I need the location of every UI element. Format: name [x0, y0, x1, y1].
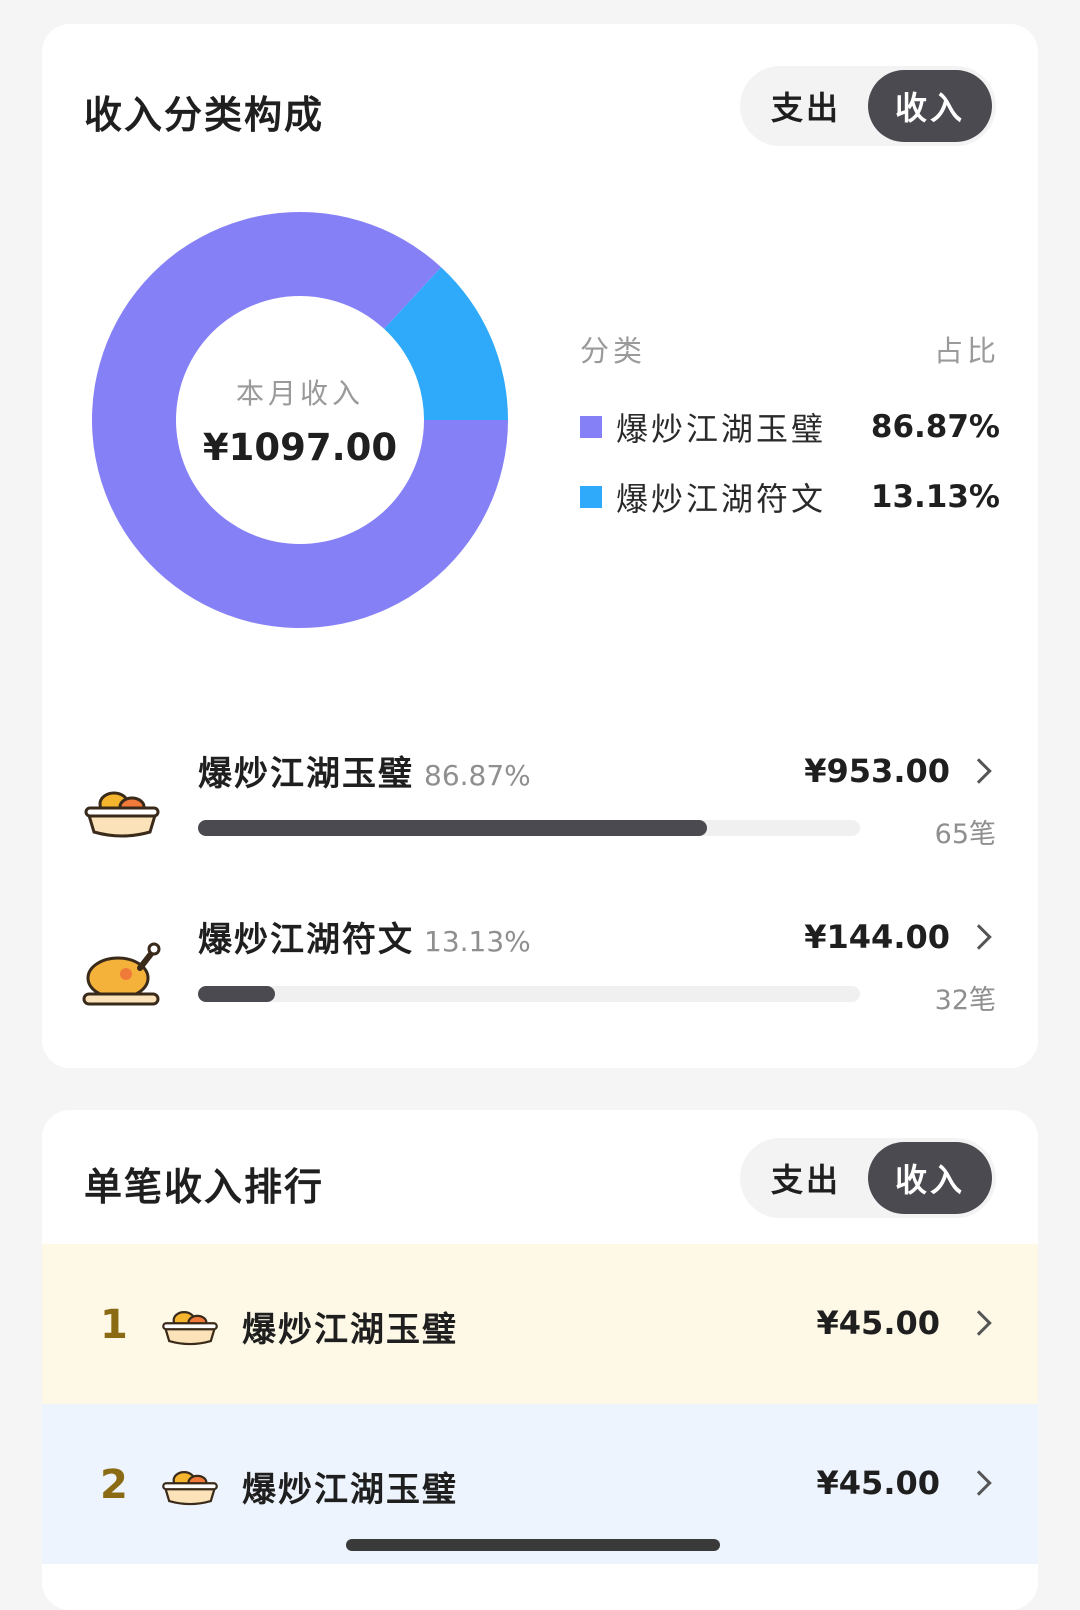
- legend-header: 分类 占比: [580, 328, 1000, 370]
- category-count: 32笔: [934, 985, 996, 1016]
- category-row[interactable]: 爆炒江湖玉璧 86.87% ¥953.00 65笔: [42, 738, 1038, 878]
- donut-center-value: ¥1097.00: [202, 425, 398, 469]
- legend-col-share: 占比: [933, 334, 1000, 368]
- card-title: 收入分类构成: [84, 93, 325, 137]
- rank-item-name: 爆炒江湖玉璧: [242, 1470, 458, 1510]
- bread-basket-icon: [84, 791, 160, 838]
- legend-swatch: [580, 416, 602, 438]
- legend-item-name: 爆炒江湖符文: [616, 480, 827, 518]
- legend-item-name: 爆炒江湖玉璧: [616, 410, 827, 448]
- category-progress-track: [198, 986, 860, 1002]
- rank-number: 1: [100, 1302, 128, 1348]
- expense-income-toggle: 支出 收入: [740, 66, 996, 146]
- chevron-right-icon: [966, 758, 992, 784]
- expense-tab[interactable]: 支出: [744, 70, 868, 142]
- category-composition-card: 收入分类构成 支出 收入 本月收入 ¥1097.00 分类 占比 爆炒江湖玉璧 …: [42, 24, 1038, 1068]
- chart-legend: 分类 占比 爆炒江湖玉璧 86.87% 爆炒江湖符文 13.13%: [580, 328, 1000, 532]
- legend-item: 爆炒江湖符文 13.13%: [580, 462, 1000, 532]
- category-name: 爆炒江湖玉璧 86.87%: [198, 746, 531, 795]
- rank-row[interactable]: 1 爆炒江湖玉璧 ¥45.00: [42, 1244, 1038, 1404]
- rank-number: 2: [100, 1462, 128, 1508]
- category-name: 爆炒江湖符文 13.13%: [198, 912, 531, 961]
- roast-chicken-icon: [82, 942, 161, 1006]
- chevron-right-icon: [966, 1310, 992, 1336]
- income-ranking-card: 单笔收入排行 支出 收入 1 爆炒江湖玉璧 ¥45.00 2 爆炒江湖玉璧 ¥4…: [42, 1110, 1038, 1610]
- donut-center: 本月收入 ¥1097.00: [90, 210, 510, 630]
- legend-swatch: [580, 486, 602, 508]
- chevron-right-icon: [966, 924, 992, 950]
- income-tab[interactable]: 收入: [868, 1142, 992, 1214]
- category-amount: ¥144.00: [804, 918, 950, 956]
- bread-basket-icon: [162, 1311, 218, 1346]
- category-name-text: 爆炒江湖玉璧: [198, 754, 414, 794]
- category-pct: 13.13%: [424, 925, 531, 958]
- category-count: 65笔: [934, 819, 996, 850]
- donut-center-label: 本月收入: [235, 376, 364, 410]
- category-amount: ¥953.00: [804, 752, 950, 790]
- category-progress-fill: [198, 986, 275, 1002]
- bread-basket-icon: [162, 1471, 218, 1506]
- category-row[interactable]: 爆炒江湖符文 13.13% ¥144.00 32笔: [42, 904, 1038, 1044]
- rank-item-amount: ¥45.00: [816, 1464, 940, 1502]
- income-tab[interactable]: 收入: [868, 70, 992, 142]
- legend-col-category: 分类: [580, 334, 647, 368]
- rank-item-name: 爆炒江湖玉璧: [242, 1310, 458, 1350]
- rank-item-amount: ¥45.00: [816, 1304, 940, 1342]
- expense-tab[interactable]: 支出: [744, 1142, 868, 1214]
- category-pct: 86.87%: [424, 759, 531, 792]
- category-name-text: 爆炒江湖符文: [198, 920, 414, 960]
- legend-item-pct: 13.13%: [870, 479, 1000, 515]
- chevron-right-icon: [966, 1470, 992, 1496]
- expense-income-toggle: 支出 收入: [740, 1138, 996, 1218]
- legend-item: 爆炒江湖玉璧 86.87%: [580, 392, 1000, 462]
- legend-item-pct: 86.87%: [870, 409, 1000, 445]
- home-indicator: [346, 1539, 720, 1551]
- card-title: 单笔收入排行: [84, 1165, 325, 1209]
- category-progress-track: [198, 820, 860, 836]
- category-progress-fill: [198, 820, 707, 836]
